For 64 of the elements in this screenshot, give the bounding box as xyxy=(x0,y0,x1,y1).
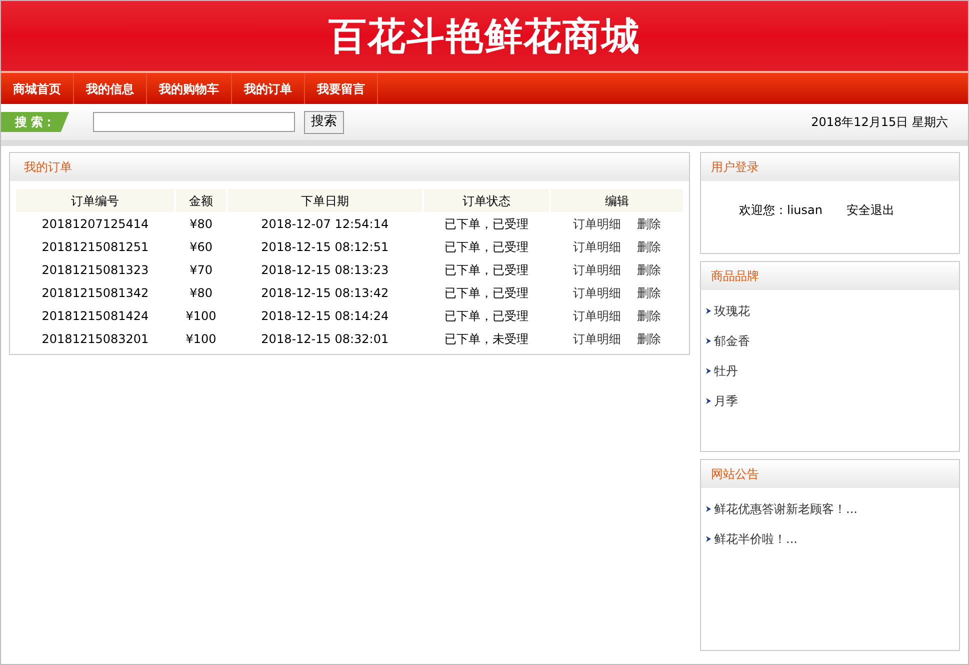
column-header: 金额 xyxy=(175,189,227,212)
table-cell-text: ¥80 xyxy=(188,284,214,302)
date-text: 2018年12月15日 星期六 xyxy=(811,114,948,131)
welcome-text: 欢迎您：liusan xyxy=(739,202,822,219)
panel-title: 用户登录 xyxy=(711,159,759,176)
table-cell-text: ¥100 xyxy=(184,308,218,324)
order-detail-link[interactable]: 订单明细 xyxy=(572,306,621,324)
table-cell-text: 2018-12-15 08:14:24 xyxy=(260,308,390,324)
table-cell-text: ¥70 xyxy=(188,262,214,278)
search-button[interactable]: 搜索 xyxy=(304,110,344,134)
order-detail-link[interactable]: 订单明细 xyxy=(572,214,621,232)
bullet-icon xyxy=(706,308,711,314)
logout-link[interactable]: 安全退出 xyxy=(846,201,894,219)
table-cell-text: 20181215081251 xyxy=(40,238,150,256)
table-cell-text: 2018-12-15 08:12:51 xyxy=(260,238,390,256)
table-cell: 20181207125414 xyxy=(15,212,176,235)
bullet-icon xyxy=(706,338,711,344)
table-cell-text: 已下单，已受理 xyxy=(443,284,530,302)
bullet-icon xyxy=(706,398,711,404)
notice-link[interactable]: 鲜花优惠答谢新老顾客！... xyxy=(714,500,858,518)
column-header: 编辑 xyxy=(550,189,684,212)
brand-link[interactable]: 牡丹 xyxy=(714,362,738,380)
table-cell: 2018-12-07 12:54:14 xyxy=(226,212,424,235)
brand-link[interactable]: 玫瑰花 xyxy=(714,302,750,320)
table-cell-text: 20181215081342 xyxy=(40,284,150,302)
table-cell-text: 2018-12-15 08:13:42 xyxy=(260,284,390,302)
table-cell-text: 已下单，已受理 xyxy=(443,262,530,278)
delete-link[interactable]: 删除 xyxy=(636,238,661,256)
bullet-icon xyxy=(706,368,711,374)
panel-title: 我的订单 xyxy=(24,159,72,176)
table-cell-text: ¥100 xyxy=(184,330,218,348)
search-field[interactable] xyxy=(93,112,295,132)
notice-link[interactable]: 鲜花半价啦！... xyxy=(714,530,798,548)
table-cell: 已下单，已受理 xyxy=(423,212,550,235)
column-header: 订单编号 xyxy=(15,189,176,212)
table-cell-text: 已下单，已受理 xyxy=(443,238,530,256)
delete-link[interactable]: 删除 xyxy=(636,260,661,278)
order-detail-link[interactable]: 订单明细 xyxy=(572,330,621,348)
delete-link[interactable]: 删除 xyxy=(636,330,661,348)
column-header: 订单状态 xyxy=(423,189,550,212)
table-cell-text: 20181215081323 xyxy=(40,262,150,278)
order-detail-link[interactable]: 订单明细 xyxy=(572,260,621,278)
brand-link[interactable]: 郁金香 xyxy=(714,332,750,350)
site-title: 百花斗艳鲜花商城 xyxy=(328,17,640,55)
panel-title: 网站公告 xyxy=(711,466,759,483)
table-cell-text: 2018-12-15 08:13:23 xyxy=(260,262,390,278)
table-cell: ¥80 xyxy=(175,212,227,235)
delete-link[interactable]: 删除 xyxy=(636,306,661,324)
brand-link[interactable]: 月季 xyxy=(714,392,738,410)
column-header: 下单日期 xyxy=(226,189,424,212)
table-cell-text: ¥60 xyxy=(188,238,214,256)
table-cell-text: 已下单，已受理 xyxy=(443,308,530,324)
panel-title: 商品品牌 xyxy=(711,268,759,285)
bullet-icon xyxy=(706,536,711,542)
table-cell-text: 2018-12-15 08:32:01 xyxy=(260,330,390,348)
delete-link[interactable]: 删除 xyxy=(636,284,661,302)
table-cell-text: 20181215081424 xyxy=(40,308,150,324)
delete-link[interactable]: 删除 xyxy=(636,214,661,232)
table-cell-text: 已下单，未受理 xyxy=(443,330,530,348)
order-detail-link[interactable]: 订单明细 xyxy=(572,284,621,302)
search-label: 搜 索： xyxy=(1,112,69,132)
bullet-icon xyxy=(706,506,711,512)
order-detail-link[interactable]: 订单明细 xyxy=(572,238,621,256)
table-cell-text: 20181215083201 xyxy=(40,330,150,348)
